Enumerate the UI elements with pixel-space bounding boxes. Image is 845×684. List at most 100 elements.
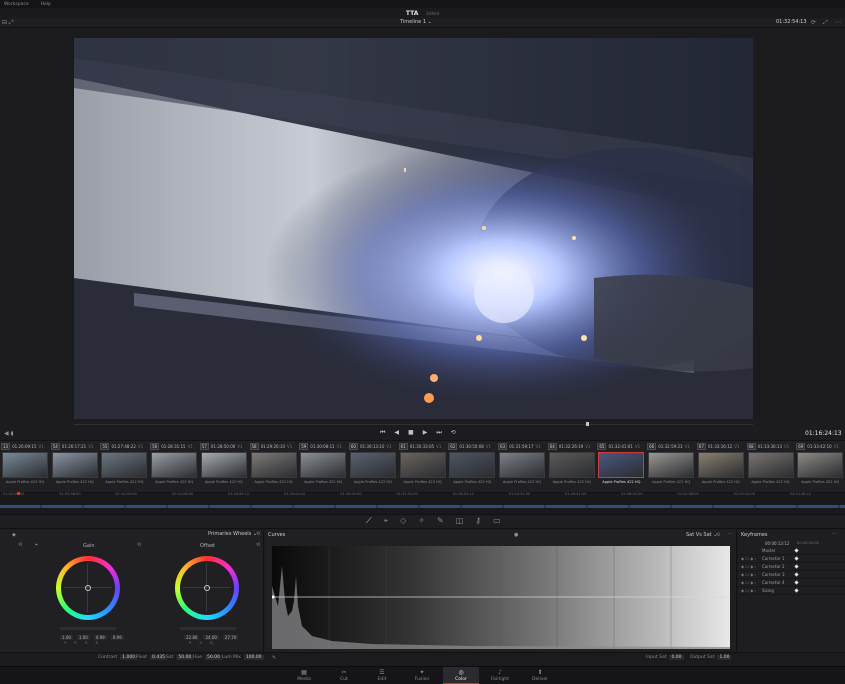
keyframe-toggle-icon[interactable]: ◆ ☐ ◆ ›	[741, 556, 756, 561]
keyframe-toggle-icon[interactable]: ◆ ☐ ◆ ›	[741, 580, 756, 585]
hue-control[interactable]: Hue 50.00	[193, 655, 222, 660]
clip-timecode: 01:30:08:11	[310, 443, 335, 449]
clip-timecode: 01:33:16:12	[707, 443, 733, 449]
keyframe-icon[interactable]	[794, 556, 799, 561]
curve-mode-selector[interactable]: Sat Vs Sat ⌄	[686, 532, 717, 538]
window-icon[interactable]: ◇	[400, 516, 406, 526]
contrast-control[interactable]: Contrast 1.000	[98, 655, 138, 660]
fullscreen-icon[interactable]: ⤢	[823, 19, 828, 27]
clip-thumbnail[interactable]: 54 01:26:17:21 V1 Apple ProRes 422 HQ	[50, 441, 100, 490]
clip-thumbnail[interactable]: 55 01:27:48:22 V1 Apple ProRes 422 HQ	[99, 441, 149, 490]
keyframe-icon[interactable]	[794, 588, 799, 593]
keyframe-track-row[interactable]: ◆ ☐ ◆ › Corrector 4	[738, 579, 845, 587]
tracker-icon[interactable]: ✧	[418, 516, 425, 526]
video-track[interactable]	[0, 505, 845, 508]
clip-thumbnail[interactable]: 60 01:30:13:10 V1 Apple ProRes 422 HQ	[348, 441, 398, 490]
sizing-icon[interactable]: ▭	[493, 516, 501, 526]
offset-wheel[interactable]	[175, 556, 239, 620]
clip-thumbnail[interactable]: 62 01:30:50:08 V1 Apple ProRes 422 HQ	[447, 441, 497, 490]
clip-thumbnail[interactable]: 65 01:32:41:01 V1 Apple ProRes 422 HQ	[596, 441, 646, 490]
keyframe-track-row[interactable]: ◆ ☐ ◆ › Sizing	[738, 587, 845, 595]
audio-icon[interactable]: ◀︎ ◖	[4, 430, 14, 437]
timeline-selector[interactable]: Timeline 1 ⌄	[400, 19, 432, 25]
keyframe-icon[interactable]	[794, 564, 799, 569]
sat-control[interactable]: Sat 50.00	[166, 655, 194, 660]
wheels-bars-icon[interactable]: ◆	[12, 532, 16, 538]
scrubber-track[interactable]	[74, 424, 753, 425]
clip-thumbnail[interactable]: 68 01:33:30:13 V1 Apple ProRes 422 HQ	[746, 441, 796, 490]
curves-graph[interactable]	[272, 546, 730, 649]
keyframe-track-row[interactable]: Master	[738, 547, 845, 555]
stop-icon[interactable]: ■	[408, 429, 414, 437]
offset-values[interactable]: 22.80 24.00 27.70	[184, 635, 239, 640]
offset-master-slider[interactable]	[180, 627, 236, 630]
clip-thumbnail[interactable]: 69 01:33:42:10 V1 Apple ProRes 422 HQ	[795, 441, 845, 490]
offset-wheel-handle[interactable]	[204, 585, 210, 591]
gain-reset-right-icon[interactable]: ⟲	[137, 542, 141, 548]
go-to-start-icon[interactable]: ⏮	[380, 429, 385, 437]
curves-more-icon[interactable]: ⋯	[728, 531, 733, 537]
layout-icon[interactable]: ⊟ ⤢	[2, 19, 14, 27]
viewer-options-icon[interactable]: ⟳	[811, 19, 816, 26]
gain-wheel[interactable]	[56, 556, 120, 620]
curves-reset-icon[interactable]: ⟲	[716, 532, 720, 538]
picker-icon[interactable]: ⌖	[35, 542, 38, 548]
more-icon[interactable]: ⋯	[835, 19, 841, 26]
video-frame[interactable]	[74, 38, 753, 419]
clip-thumbnail[interactable]: 63 01:31:59:17 V1 Apple ProRes 422 HQ	[497, 441, 547, 490]
clip-thumbnail[interactable]: 64 01:32:26:19 V1 Apple ProRes 422 HQ	[547, 441, 597, 490]
pivot-control[interactable]: Pivot 0.435	[136, 655, 167, 660]
keyframe-track-row[interactable]: ◆ ☐ ◆ › Corrector 3	[738, 571, 845, 579]
keyframe-track-row[interactable]: ◆ ☐ ◆ › Corrector 2	[738, 563, 845, 571]
keyframes-more-icon[interactable]: ⋯	[832, 531, 837, 537]
clip-thumbnail[interactable]: 66 01:32:59:23 V1 Apple ProRes 422 HQ	[646, 441, 696, 490]
qualifier-icon[interactable]: ⌖	[384, 516, 389, 526]
clip-thumbnail[interactable]: 67 01:33:16:12 V1 Apple ProRes 422 HQ	[696, 441, 746, 490]
play-icon[interactable]: ▶	[423, 429, 428, 437]
page-tab-deliver[interactable]: ⬆ Deliver	[522, 667, 558, 684]
input-sat-control[interactable]: Input Sat 0.00	[646, 655, 684, 660]
wheels-mode-selector[interactable]: Primaries Wheels ⌄	[208, 531, 257, 537]
keyframe-icon[interactable]	[794, 580, 799, 585]
reset-icon[interactable]: ⟲	[256, 531, 260, 537]
play-reverse-icon[interactable]: ◀	[394, 429, 399, 437]
clip-thumbnail[interactable]: 57 01:28:50:00 V1 Apple ProRes 422 HQ	[199, 441, 249, 490]
timeline-playhead[interactable]	[17, 492, 20, 495]
menu-help[interactable]: Help	[41, 2, 51, 7]
keyframe-toggle-icon[interactable]: ◆ ☐ ◆ ›	[741, 572, 756, 577]
clip-thumbnail[interactable]: 59 01:30:08:11 V1 Apple ProRes 422 HQ	[298, 441, 348, 490]
page-tab-edit[interactable]: ☰ Edit	[364, 667, 400, 684]
clip-thumbnail[interactable]: 61 01:30:33:05 V1 Apple ProRes 422 HQ	[398, 441, 448, 490]
keyframe-toggle-icon[interactable]: ◆ ☐ ◆ ›	[741, 588, 756, 593]
gain-reset-icon[interactable]: ⟲	[18, 542, 22, 548]
keyframe-icon[interactable]	[794, 548, 799, 553]
keyframe-toggle-icon[interactable]: ◆ ☐ ◆ ›	[741, 564, 756, 569]
page-tab-color[interactable]: ◎ Color	[443, 667, 479, 684]
blur-icon[interactable]: ◫	[456, 516, 464, 526]
go-to-end-icon[interactable]: ⏭	[436, 429, 441, 437]
loop-icon[interactable]: ⟲	[451, 429, 456, 437]
menu-workspace[interactable]: Workspace	[4, 2, 29, 7]
magic-mask-icon[interactable]: ✎	[437, 516, 444, 526]
keyframe-icon[interactable]	[794, 572, 799, 577]
page-tab-media[interactable]: ▦ Media	[286, 667, 322, 684]
page-tab-cut[interactable]: ✂ Cut	[326, 667, 362, 684]
keyframe-track-row[interactable]: ◆ ☐ ◆ › Corrector 1	[738, 555, 845, 563]
playhead-marker[interactable]	[586, 422, 589, 426]
gain-values[interactable]: 1.00 1.00 0.99 0.99	[60, 635, 124, 640]
curve-dot-icon[interactable]: ●	[514, 532, 518, 538]
page-tab-fairlight[interactable]: ♪ Fairlight	[482, 667, 518, 684]
lum-mix-control[interactable]: Lum Mix 100.00	[222, 655, 264, 660]
clip-thumbnail[interactable]: 58 01:29:20:10 V1 Apple ProRes 422 HQ	[249, 441, 299, 490]
page-tab-fusion[interactable]: ✦ Fusion	[404, 667, 440, 684]
curves-tool-icon[interactable]: ⟋	[366, 516, 372, 526]
picker-tool-icon[interactable]: ✎	[272, 655, 276, 661]
key-icon[interactable]: ⚷	[475, 516, 481, 526]
clip-thumbnail[interactable]: 13 01:26:09:15 V1 Apple ProRes 422 HQ	[0, 441, 50, 490]
gain-wheel-handle[interactable]	[85, 585, 91, 591]
clip-thumbnail[interactable]: 56 01:28:31:15 V1 Apple ProRes 422 HQ	[149, 441, 199, 490]
clip-thumbnail-image	[598, 452, 645, 478]
output-sat-control[interactable]: Output Sat 1.00	[690, 655, 732, 660]
gain-master-slider[interactable]	[60, 627, 116, 630]
offset-reset-icon[interactable]: ⟲	[256, 542, 260, 548]
